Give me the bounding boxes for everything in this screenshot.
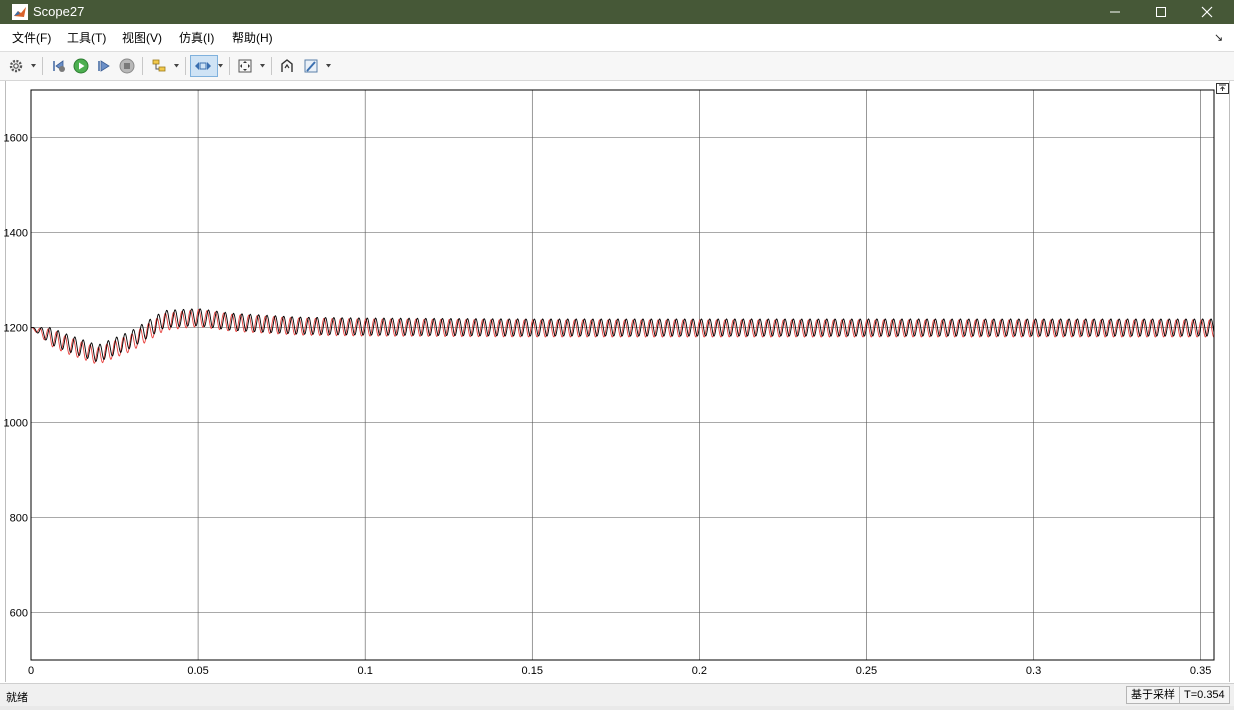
y-tick-label: 800 xyxy=(10,513,28,525)
y-tick-label: 1600 xyxy=(4,133,28,145)
x-tick-label: 0 xyxy=(28,665,34,677)
x-tick-label: 0.25 xyxy=(856,665,877,677)
y-tick-label: 600 xyxy=(10,608,28,620)
x-tick-label: 0.3 xyxy=(1026,665,1041,677)
sim-time-label: T=0.354 xyxy=(1179,686,1230,704)
tick-labels: 0 0.05 0.1 0.15 0.2 0.25 0.3 0.35 600 800 1000 1200… xyxy=(4,133,1212,678)
status-bar: 就绪 基于采样 T=0.354 xyxy=(0,683,1234,706)
y-tick-label: 1000 xyxy=(4,418,28,430)
sample-mode-label: 基于采样 xyxy=(1126,686,1180,704)
status-text: 就绪 xyxy=(6,692,28,704)
x-tick-label: 0.2 xyxy=(692,665,707,677)
scope-chart[interactable]: 0 0.05 0.1 0.15 0.2 0.25 0.3 0.35 600 800 1000 1200… xyxy=(0,0,1234,710)
x-tick-label: 0.1 xyxy=(358,665,373,677)
x-tick-label: 0.05 xyxy=(187,665,208,677)
y-tick-label: 1200 xyxy=(4,323,28,335)
series-group xyxy=(30,308,1215,364)
series-line-red xyxy=(30,308,1215,364)
x-tick-label: 0.35 xyxy=(1190,665,1211,677)
x-tick-label: 0.15 xyxy=(522,665,543,677)
grid xyxy=(31,90,1214,660)
y-tick-label: 1400 xyxy=(4,228,28,240)
axes-frame xyxy=(30,89,1215,661)
window-bottom-edge xyxy=(0,706,1234,710)
